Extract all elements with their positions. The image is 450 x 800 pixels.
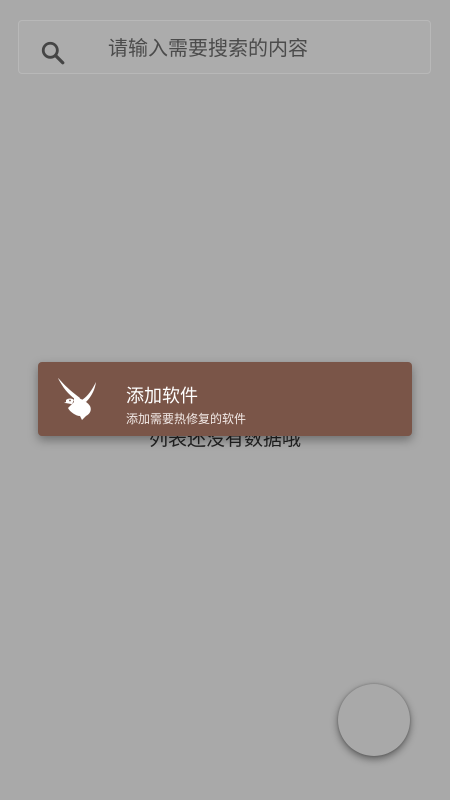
toast-subtitle: 添加需要热修复的软件 bbox=[126, 412, 247, 426]
eagle-icon bbox=[58, 378, 96, 420]
add-software-toast[interactable]: 添加软件 添加需要热修复的软件 bbox=[38, 362, 412, 436]
search-icon[interactable] bbox=[40, 40, 66, 66]
search-input[interactable] bbox=[108, 34, 408, 62]
toast-title: 添加软件 bbox=[126, 386, 198, 407]
app-screen: 列表还没有数据哦 添加软件 添加需要热修复的软件 bbox=[0, 0, 450, 800]
floating-action-button[interactable] bbox=[338, 684, 410, 756]
